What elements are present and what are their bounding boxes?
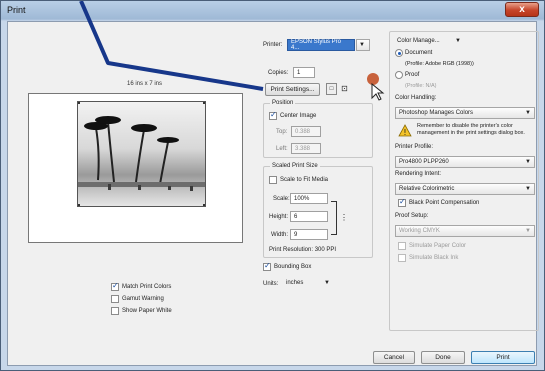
annotation-arrow bbox=[79, 1, 264, 91]
print-dialog-window: Print x Printer: EPSON Stylus Pro 4... ▼… bbox=[0, 0, 545, 371]
